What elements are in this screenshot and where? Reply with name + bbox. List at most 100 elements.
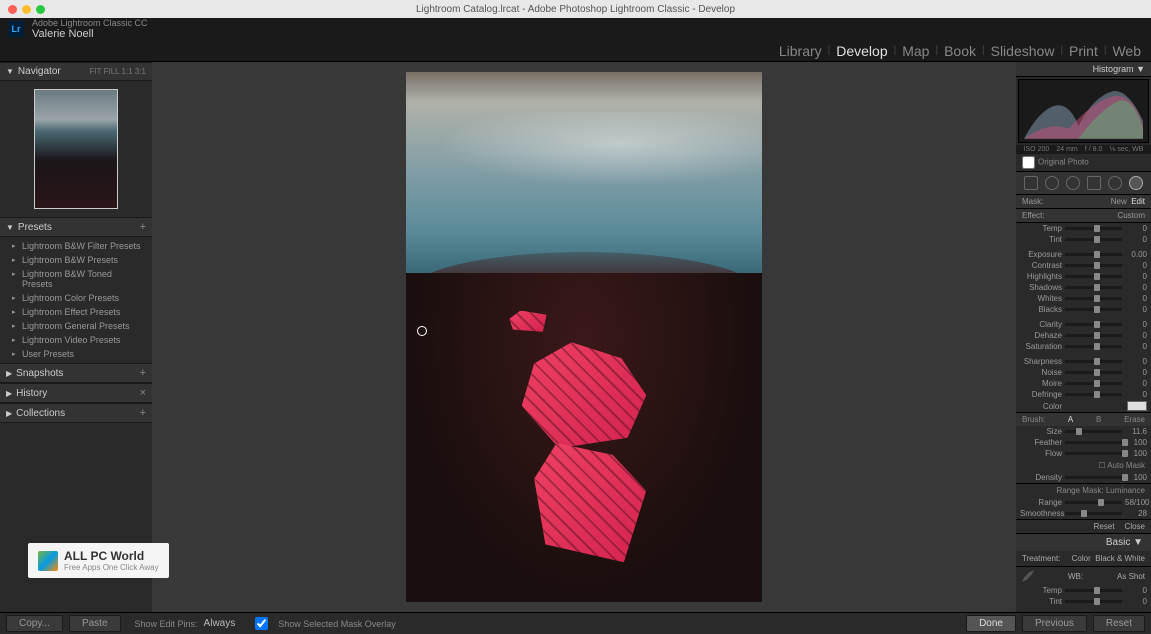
module-book[interactable]: Book <box>944 43 976 59</box>
mask-edit-button[interactable]: Edit <box>1131 197 1145 206</box>
slider-track[interactable] <box>1065 371 1122 374</box>
slider-thumb[interactable] <box>1098 499 1104 506</box>
navigator-preview[interactable] <box>0 81 152 217</box>
treatment-bw-button[interactable]: Black & White <box>1095 554 1145 563</box>
close-window-button[interactable] <box>8 5 17 14</box>
slider-thumb[interactable] <box>1094 284 1100 291</box>
slider-shadows[interactable]: Shadows0 <box>1016 282 1151 293</box>
slider-size[interactable]: Size11.6 <box>1016 426 1151 437</box>
preset-folder[interactable]: Lightroom B&W Presets <box>0 253 152 267</box>
slider-track[interactable] <box>1065 600 1122 603</box>
copy-button[interactable]: Copy... <box>6 615 63 632</box>
slider-thumb[interactable] <box>1094 306 1100 313</box>
slider-thumb[interactable] <box>1094 273 1100 280</box>
slider-thumb[interactable] <box>1094 391 1100 398</box>
slider-track[interactable] <box>1065 323 1122 326</box>
module-print[interactable]: Print <box>1069 43 1098 59</box>
slider-track[interactable] <box>1065 393 1122 396</box>
maximize-window-button[interactable] <box>36 5 45 14</box>
slider-track[interactable] <box>1065 360 1122 363</box>
module-map[interactable]: Map <box>902 43 929 59</box>
slider-thumb[interactable] <box>1094 369 1100 376</box>
module-slideshow[interactable]: Slideshow <box>991 43 1055 59</box>
slider-track[interactable] <box>1065 345 1122 348</box>
preset-folder[interactable]: User Presets <box>0 347 152 361</box>
slider-track[interactable] <box>1065 308 1122 311</box>
slider-track[interactable] <box>1065 238 1122 241</box>
treatment-color-button[interactable]: Color <box>1072 554 1091 563</box>
histogram-header[interactable]: Histogram ▼ <box>1016 62 1151 77</box>
slider-thumb[interactable] <box>1094 380 1100 387</box>
slider-flow[interactable]: Flow100 <box>1016 448 1151 459</box>
navigator-zoom-options[interactable]: FIT FILL 1:1 3:1 <box>90 67 146 76</box>
slider-sharpness[interactable]: Sharpness0 <box>1016 356 1151 367</box>
module-library[interactable]: Library <box>779 43 822 59</box>
slider-thumb[interactable] <box>1094 236 1100 243</box>
slider-track[interactable] <box>1065 286 1122 289</box>
minimize-window-button[interactable] <box>22 5 31 14</box>
slider-feather[interactable]: Feather100 <box>1016 437 1151 448</box>
redeye-tool-icon[interactable] <box>1066 176 1080 190</box>
slider-highlights[interactable]: Highlights0 <box>1016 271 1151 282</box>
main-photo[interactable] <box>406 72 762 602</box>
slider-temp[interactable]: Temp0 <box>1016 585 1151 596</box>
mask-close-button[interactable]: Close <box>1125 522 1145 531</box>
slider-temp[interactable]: Temp0 <box>1016 223 1151 234</box>
module-web[interactable]: Web <box>1112 43 1141 59</box>
preset-folder[interactable]: Lightroom B&W Filter Presets <box>0 239 152 253</box>
color-swatch-icon[interactable] <box>1127 401 1147 411</box>
image-canvas[interactable] <box>152 62 1016 612</box>
previous-button[interactable]: Previous <box>1022 615 1087 632</box>
add-snapshot-button[interactable]: + <box>140 367 146 379</box>
slider-clarity[interactable]: Clarity0 <box>1016 319 1151 330</box>
slider-thumb[interactable] <box>1094 321 1100 328</box>
slider-density[interactable]: Density100 <box>1016 472 1151 483</box>
snapshots-header[interactable]: ▶Snapshots + <box>0 363 152 383</box>
slider-thumb[interactable] <box>1094 598 1100 605</box>
slider-track[interactable] <box>1065 476 1122 479</box>
slider-track[interactable] <box>1065 430 1122 433</box>
range-mask-header[interactable]: Range Mask: Luminance <box>1016 483 1151 497</box>
slider-whites[interactable]: Whites0 <box>1016 293 1151 304</box>
presets-header[interactable]: ▼Presets + <box>0 217 152 237</box>
slider-tint[interactable]: Tint0 <box>1016 234 1151 245</box>
preset-folder[interactable]: Lightroom Effect Presets <box>0 305 152 319</box>
preset-folder[interactable]: Lightroom General Presets <box>0 319 152 333</box>
spot-removal-tool-icon[interactable] <box>1045 176 1059 190</box>
preset-folder[interactable]: Lightroom Color Presets <box>0 291 152 305</box>
slider-exposure[interactable]: Exposure0.00 <box>1016 249 1151 260</box>
brush-b-button[interactable]: B <box>1096 415 1101 424</box>
slider-thumb[interactable] <box>1122 474 1128 481</box>
mask-reset-button[interactable]: Reset <box>1094 522 1115 531</box>
slider-noise[interactable]: Noise0 <box>1016 367 1151 378</box>
slider-thumb[interactable] <box>1094 358 1100 365</box>
slider-track[interactable] <box>1065 297 1122 300</box>
slider-moire[interactable]: Moire0 <box>1016 378 1151 389</box>
slider-tint[interactable]: Tint0 <box>1016 596 1151 607</box>
basic-panel-header[interactable]: Basic ▼ <box>1016 533 1151 551</box>
adjustment-brush-tool-icon[interactable] <box>1129 176 1143 190</box>
slider-track[interactable] <box>1065 264 1122 267</box>
slider-thumb[interactable] <box>1122 439 1128 446</box>
slider-contrast[interactable]: Contrast0 <box>1016 260 1151 271</box>
radial-filter-tool-icon[interactable] <box>1108 176 1122 190</box>
slider-track[interactable] <box>1065 512 1122 515</box>
slider-dehaze[interactable]: Dehaze0 <box>1016 330 1151 341</box>
history-header[interactable]: ▶History × <box>0 383 152 403</box>
effect-row[interactable]: Effect: Custom <box>1016 209 1151 223</box>
slider-thumb[interactable] <box>1094 251 1100 258</box>
graduated-filter-tool-icon[interactable] <box>1087 176 1101 190</box>
slider-blacks[interactable]: Blacks0 <box>1016 304 1151 315</box>
slider-range[interactable]: Range58/100 <box>1016 497 1151 508</box>
slider-track[interactable] <box>1065 227 1122 230</box>
slider-thumb[interactable] <box>1094 295 1100 302</box>
clear-history-button[interactable]: × <box>140 387 146 399</box>
brush-a-button[interactable]: A <box>1068 415 1073 424</box>
slider-thumb[interactable] <box>1076 428 1082 435</box>
slider-thumb[interactable] <box>1094 332 1100 339</box>
navigator-thumbnail[interactable] <box>34 89 118 209</box>
slider-track[interactable] <box>1065 334 1122 337</box>
slider-track[interactable] <box>1065 441 1122 444</box>
slider-track[interactable] <box>1065 452 1122 455</box>
brush-erase-button[interactable]: Erase <box>1124 415 1145 424</box>
